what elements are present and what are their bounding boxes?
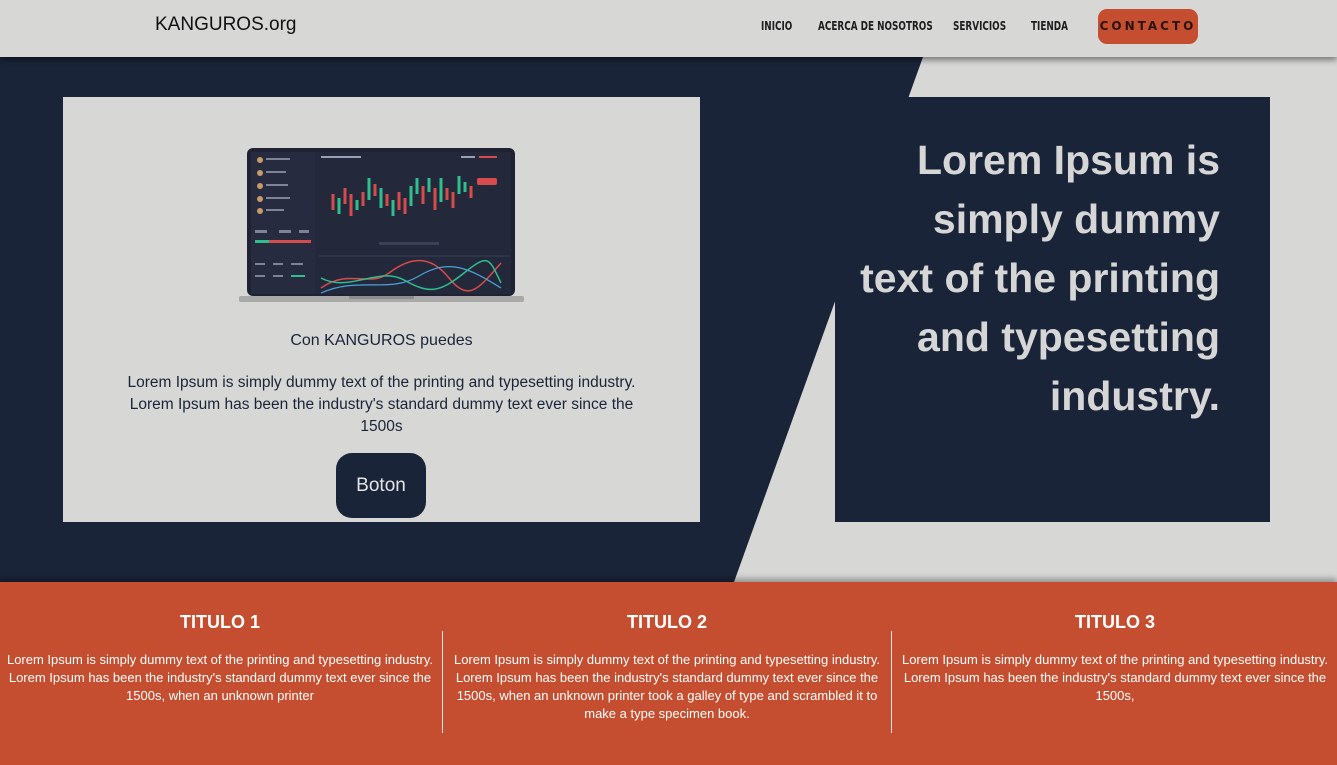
feature-column-3: TITULO 3 Lorem Ipsum is simply dummy tex…: [895, 582, 1335, 765]
hero-quote: Lorem Ipsum is simply dummy text of the …: [860, 137, 1220, 419]
feature-text-3: Lorem Ipsum is simply dummy text of the …: [901, 652, 1329, 703]
feature-column-1: TITULO 1 Lorem Ipsum is simply dummy tex…: [0, 582, 440, 765]
feature-card: Con KANGUROS puedes Lorem Ipsum is simpl…: [63, 97, 700, 522]
feature-title-2: TITULO 2: [627, 612, 707, 632]
feature-column-2: TITULO 2 Lorem Ipsum is simply dummy tex…: [447, 582, 887, 765]
card-title: Con KANGUROS puedes: [290, 332, 473, 349]
boton-button[interactable]: Boton: [336, 453, 426, 518]
column-divider: [442, 631, 443, 733]
site-header: KANGUROS.org INICIO ACERCA DE NOSOTROS S…: [0, 0, 1337, 57]
contact-button[interactable]: CONTACTO: [1098, 9, 1198, 44]
feature-text-2: Lorem Ipsum is simply dummy text of the …: [453, 652, 881, 721]
hero-quote-box: Lorem Ipsum is simply dummy text of the …: [835, 97, 1270, 522]
column-divider: [891, 631, 892, 733]
nav-link-tienda[interactable]: TIENDA: [1031, 19, 1068, 33]
feature-text-1: Lorem Ipsum is simply dummy text of the …: [6, 652, 434, 703]
feature-title-1: TITULO 1: [180, 612, 260, 632]
nav-link-acerca[interactable]: ACERCA DE NOSOTROS: [818, 19, 933, 33]
card-description: Lorem Ipsum is simply dummy text of the …: [127, 374, 636, 435]
features-section: TITULO 1 Lorem Ipsum is simply dummy tex…: [0, 582, 1337, 765]
laptop-dashboard-image: [239, 148, 524, 302]
nav-link-servicios[interactable]: SERVICIOS: [953, 19, 1006, 33]
nav-link-inicio[interactable]: INICIO: [761, 19, 792, 33]
site-logo[interactable]: KANGUROS.org: [155, 14, 296, 36]
feature-title-3: TITULO 3: [1075, 612, 1155, 632]
